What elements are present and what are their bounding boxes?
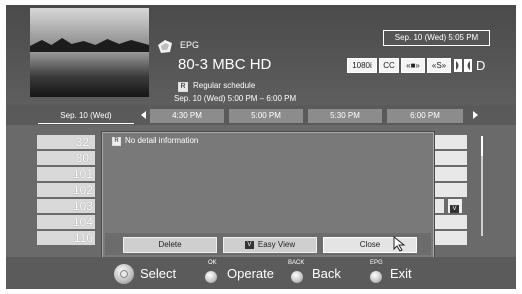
ok-key-label: OK: [208, 260, 217, 266]
delete-label: Delete: [158, 240, 182, 249]
channel-number[interactable]: 32-: [37, 135, 95, 149]
time-slot[interactable]: 4:30 PM: [150, 109, 224, 123]
ok-button-icon: [205, 271, 217, 283]
v-icon: V: [450, 205, 459, 214]
dolby-letter: D: [476, 58, 486, 73]
back-button-icon: [291, 271, 303, 283]
resolution-badge: 1080i: [347, 58, 377, 73]
record-icon: R: [178, 82, 188, 92]
easy-view-button[interactable]: V Easy View: [223, 237, 317, 253]
dolby-icon: [454, 59, 472, 72]
epg-label: EPG: [180, 40, 200, 50]
v-icon: V: [244, 240, 254, 249]
schedule-time: Sep. 10 (Wed) 5:00 PM – 6:00 PM: [174, 94, 297, 103]
dpad-icon: [114, 264, 134, 284]
epg-button-icon: [370, 271, 382, 283]
channel-number[interactable]: 110: [37, 231, 95, 245]
program-cell[interactable]: [430, 135, 467, 149]
close-label: Close: [359, 240, 381, 249]
exit-hint: Exit: [390, 266, 412, 281]
program-cell[interactable]: [430, 183, 467, 197]
preview-thumbnail: [30, 8, 149, 97]
next-time-arrow-icon[interactable]: [473, 111, 478, 119]
select-hint: Select: [140, 266, 177, 281]
dialog-button-bar: Delete V Easy View Close: [105, 233, 431, 255]
easy-view-label: Easy View: [257, 240, 296, 249]
prev-time-arrow-icon[interactable]: [141, 111, 146, 119]
channel-number[interactable]: 80-: [37, 151, 95, 165]
operate-hint: Operate: [227, 266, 274, 281]
record-icon: R: [112, 137, 121, 146]
back-hint: Back: [312, 266, 341, 281]
time-slot[interactable]: 5:30 PM: [308, 109, 382, 123]
audio-badge: «■»: [401, 58, 425, 73]
schedule-label: Regular schedule: [193, 81, 256, 90]
program-cell[interactable]: V: [448, 199, 462, 214]
program-cell[interactable]: [430, 231, 467, 245]
detail-dialog: R No detail information Delete V Easy Vie…: [102, 132, 434, 259]
surround-badge: «S»: [427, 58, 451, 73]
program-cell[interactable]: [430, 167, 467, 181]
tv-frame: EPG 80-3 MBC HD R Regular schedule Sep. …: [0, 0, 522, 294]
clock-display: Sep. 10 (Wed) 5:05 PM: [383, 30, 490, 46]
thumb-sea: [30, 52, 149, 97]
channel-title: 80-3 MBC HD: [178, 56, 272, 73]
back-key-label: BACK: [288, 260, 305, 266]
program-cell[interactable]: [430, 151, 467, 165]
program-cell[interactable]: [430, 215, 467, 229]
delete-button[interactable]: Delete: [123, 237, 217, 253]
program-info-header: EPG 80-3 MBC HD R Regular schedule Sep. …: [6, 5, 516, 105]
epg-screen: EPG 80-3 MBC HD R Regular schedule Sep. …: [6, 5, 516, 289]
time-slot[interactable]: 6:00 PM: [387, 109, 463, 123]
grid-scroll-thumb[interactable]: [481, 136, 483, 156]
channel-number[interactable]: 103: [37, 199, 95, 213]
mouse-pointer-icon: [393, 236, 406, 252]
dialog-message: No detail information: [125, 136, 199, 145]
channel-number[interactable]: 104: [37, 215, 95, 229]
channel-number[interactable]: 101: [37, 167, 95, 181]
time-slot[interactable]: 5:00 PM: [229, 109, 303, 123]
channel-number[interactable]: 102: [37, 183, 95, 197]
epg-logo-icon: [158, 40, 172, 53]
epg-key-label: EPG: [370, 260, 383, 266]
cc-badge: CC: [379, 58, 399, 73]
date-tab[interactable]: Sep. 10 (Wed): [38, 109, 134, 124]
